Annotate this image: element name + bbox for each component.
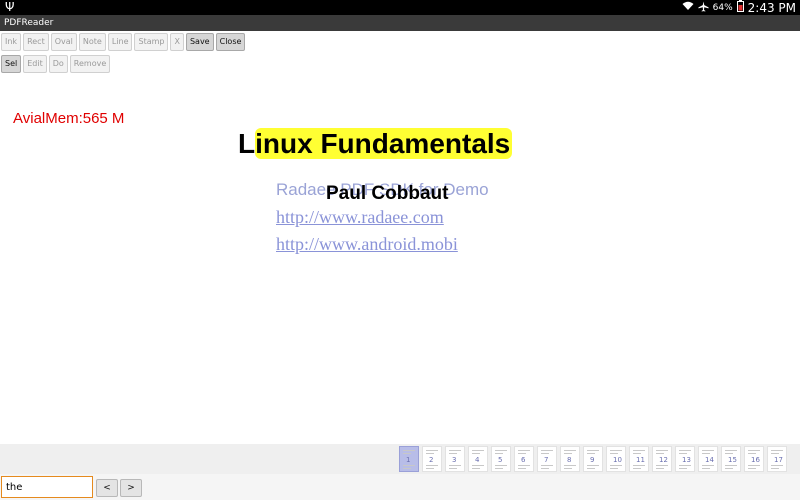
page-thumbnail[interactable]: 3 (445, 446, 465, 472)
annotation-toolbar: Ink Rect Oval Note Line Stamp X Save Close (1, 33, 246, 51)
page-thumbnail[interactable]: 10 (606, 446, 626, 472)
page-thumbnail[interactable]: 12 (652, 446, 672, 472)
page-thumbnail[interactable]: 17 (767, 446, 787, 472)
page-thumbnail[interactable]: 8 (560, 446, 580, 472)
tool-line-button[interactable]: Line (107, 33, 133, 51)
tool-ink-button[interactable]: Ink (1, 33, 22, 51)
page-thumbnail-number: 10 (613, 456, 622, 464)
page-thumbnail-number: 8 (567, 456, 572, 464)
page-thumbnail[interactable]: 14 (698, 446, 718, 472)
page-thumbnail[interactable]: 9 (583, 446, 603, 472)
tool-rect-button[interactable]: Rect (23, 33, 49, 51)
airplane-icon (698, 0, 709, 15)
title-highlighted-text: inux Fundamentals (255, 128, 513, 159)
document-title: Linux Fundamentals (238, 128, 513, 160)
tool-stamp-button[interactable]: Stamp (134, 33, 169, 51)
tool-oval-button[interactable]: Oval (50, 33, 77, 51)
search-input[interactable] (1, 476, 93, 498)
page-thumbnail-number: 5 (498, 456, 503, 464)
usb-icon: Ψ (5, 0, 15, 14)
page-thumbnail-number: 12 (659, 456, 668, 464)
page-thumbnail-number: 17 (774, 456, 783, 464)
page-thumbnail-number: 9 (590, 456, 595, 464)
page-thumbnail[interactable]: 6 (514, 446, 534, 472)
page-thumbnail-number: 15 (728, 456, 737, 464)
page-thumbnail-number: 2 (429, 456, 434, 464)
tool-do-button[interactable]: Do (48, 55, 68, 73)
tool-remove-button[interactable]: Remove (69, 55, 111, 73)
title-first-letter: L (238, 128, 256, 159)
page-thumbnail-number: 4 (475, 456, 480, 464)
page-thumbnail[interactable]: 15 (721, 446, 741, 472)
search-next-button[interactable]: > (120, 479, 142, 497)
page-thumbnail-number: 14 (705, 456, 714, 464)
clock: 2:43 PM (747, 0, 796, 15)
page-thumbnail-number: 16 (751, 456, 760, 464)
page-thumbnail-number: 6 (521, 456, 526, 464)
tool-close-button[interactable]: Close (215, 33, 246, 51)
page-thumbnail[interactable]: 1 (399, 446, 419, 472)
tool-sel-button[interactable]: Sel (1, 55, 22, 73)
page-thumbnail[interactable]: 5 (491, 446, 511, 472)
search-prev-button[interactable]: < (96, 479, 118, 497)
document-author: Paul Cobbaut (326, 183, 449, 204)
page-thumbnail[interactable]: 16 (744, 446, 764, 472)
android-mobi-link[interactable]: http://www.android.mobi (276, 234, 458, 255)
tool-x-button[interactable]: X (170, 33, 184, 51)
app-title-bar: PDFReader (0, 15, 800, 31)
wifi-icon (682, 1, 694, 14)
tool-edit-button[interactable]: Edit (23, 55, 47, 73)
page-thumbnail[interactable]: 2 (422, 446, 442, 472)
battery-percent: 64% (712, 2, 733, 13)
page-thumbnail-number: 1 (406, 456, 411, 464)
page-thumbnail[interactable]: 4 (468, 446, 488, 472)
radaee-link[interactable]: http://www.radaee.com (276, 207, 444, 228)
page-thumbnail[interactable]: 11 (629, 446, 649, 472)
page-thumbnail[interactable]: 13 (675, 446, 695, 472)
memory-readout: AvialMem:565 M (13, 110, 125, 127)
thumbnail-list: 1 2 3 4 5 6 7 8 9 10 11 12 13 14 15 16 17 (399, 446, 787, 472)
page-thumbnail-number: 7 (544, 456, 549, 464)
battery-icon (736, 0, 744, 15)
tool-save-button[interactable]: Save (185, 33, 214, 51)
selection-toolbar: Sel Edit Do Remove (1, 55, 111, 73)
status-bar: Ψ 64% 2:43 PM (0, 0, 800, 15)
page-thumbnail-number: 13 (682, 456, 691, 464)
page-thumbnail-number: 11 (636, 456, 645, 464)
app-title: PDFReader (4, 18, 54, 28)
page-thumbnail-number: 3 (452, 456, 457, 464)
tool-note-button[interactable]: Note (78, 33, 106, 51)
page-thumbnail[interactable]: 7 (537, 446, 557, 472)
